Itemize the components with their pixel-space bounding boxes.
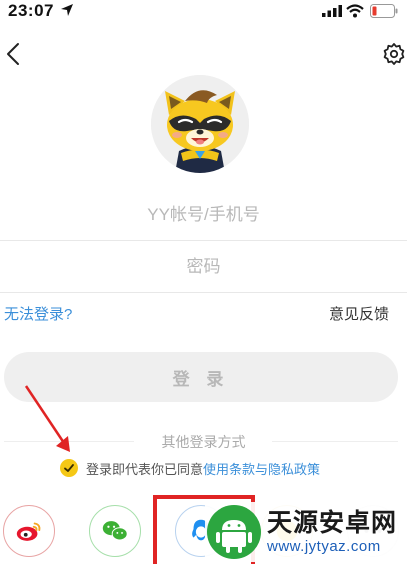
cant-login-link[interactable]: 无法登录? bbox=[4, 303, 72, 324]
wechat-icon bbox=[102, 521, 128, 541]
weibo-icon bbox=[16, 522, 41, 541]
raccoon-mascot-icon bbox=[151, 75, 249, 173]
input-divider bbox=[0, 240, 407, 241]
agreement-text: 登录即代表你已同意 bbox=[86, 461, 204, 477]
wechat-login-button[interactable] bbox=[89, 505, 141, 557]
account-input[interactable] bbox=[0, 193, 407, 237]
watermark-texts: 天源安卓网 www.jytyaz.com bbox=[267, 508, 397, 556]
terms-privacy-link[interactable]: 使用条款与隐私政策 bbox=[203, 459, 320, 478]
battery-icon bbox=[370, 4, 398, 18]
status-bar: 23:07 bbox=[0, 0, 407, 24]
feedback-link[interactable]: 意见反馈 bbox=[329, 303, 389, 324]
watermark-url: www.jytyaz.com bbox=[267, 538, 381, 555]
status-time: 23:07 bbox=[8, 1, 54, 20]
agreement-checkbox[interactable] bbox=[60, 459, 78, 477]
input-divider bbox=[0, 292, 407, 293]
location-arrow-icon bbox=[61, 4, 73, 16]
gear-icon[interactable] bbox=[382, 42, 406, 66]
watermark-title: 天源安卓网 bbox=[267, 509, 398, 537]
agreement-row: 登录即代表你已同意 使用条款与隐私政策 bbox=[60, 458, 320, 478]
cell-signal-icon bbox=[322, 5, 342, 17]
android-logo-icon bbox=[207, 505, 261, 559]
check-icon bbox=[64, 464, 74, 472]
login-button[interactable]: 登 录 bbox=[4, 352, 398, 402]
wifi-icon bbox=[346, 4, 364, 18]
other-login-title: 其他登录方式 bbox=[161, 434, 246, 450]
back-icon[interactable] bbox=[2, 40, 26, 68]
password-input[interactable] bbox=[0, 245, 407, 289]
weibo-login-button[interactable] bbox=[3, 505, 55, 557]
avatar bbox=[151, 75, 249, 173]
watermark: 天源安卓网 www.jytyaz.com bbox=[205, 502, 405, 562]
